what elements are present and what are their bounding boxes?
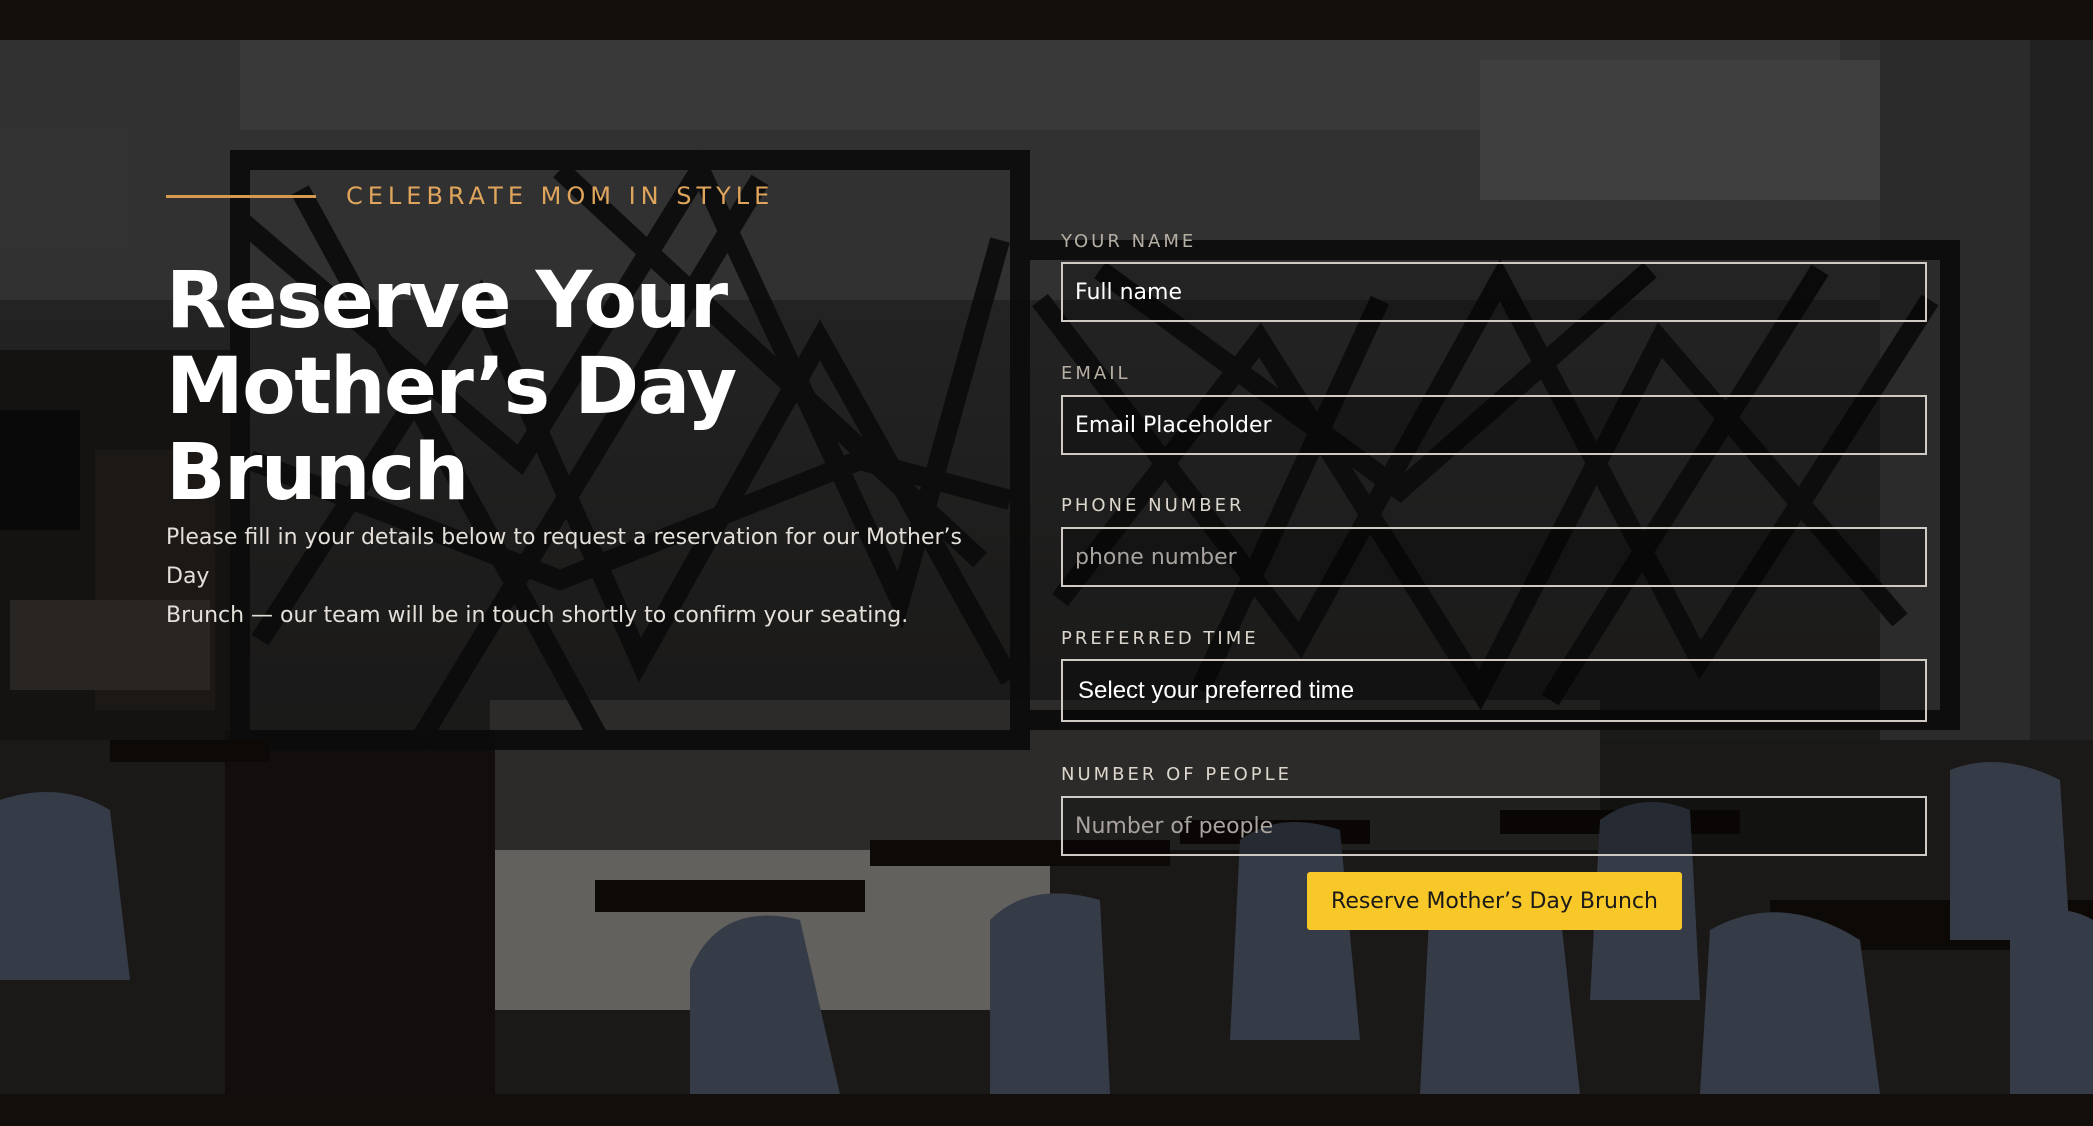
eyebrow-divider-line — [166, 194, 316, 198]
eyebrow-text: CELEBRATE MOM IN STYLE — [346, 182, 775, 210]
email-label: EMAIL — [1061, 363, 1131, 384]
preferred-time-selected: Select your preferred time — [1078, 676, 1355, 704]
name-label: YOUR NAME — [1061, 231, 1197, 252]
name-input-value: Full name — [1075, 279, 1183, 305]
intro-text-line-1: Please fill in your details below to req… — [166, 525, 962, 589]
page-title-line-1: Reserve Your — [166, 256, 728, 346]
people-label: NUMBER OF PEOPLE — [1061, 764, 1293, 785]
intro-text-line-2: Brunch — our team will be in touch short… — [166, 603, 909, 628]
email-input[interactable]: Email Placeholder — [1061, 395, 1927, 455]
time-label: PREFERRED TIME — [1061, 628, 1259, 649]
phone-input[interactable]: phone number — [1061, 527, 1927, 587]
phone-input-placeholder: phone number — [1075, 544, 1237, 570]
page-title: Reserve Your Mother’s Day Brunch — [166, 258, 1026, 516]
people-input-placeholder: Number of people — [1075, 813, 1274, 839]
page-title-line-2: Mother’s Day Brunch — [166, 342, 737, 518]
people-input[interactable]: Number of people — [1061, 796, 1927, 856]
intro-text: Please fill in your details below to req… — [166, 518, 1006, 635]
email-input-value: Email Placeholder — [1075, 412, 1272, 438]
preferred-time-select[interactable]: Select your preferred time — [1061, 659, 1927, 722]
reserve-brunch-button[interactable]: Reserve Mother’s Day Brunch — [1307, 872, 1682, 930]
eyebrow: CELEBRATE MOM IN STYLE — [166, 176, 774, 216]
top-bar — [0, 0, 2093, 40]
bottom-bar — [0, 1094, 2093, 1126]
phone-label: PHONE NUMBER — [1061, 495, 1245, 516]
name-input[interactable]: Full name — [1061, 262, 1927, 322]
